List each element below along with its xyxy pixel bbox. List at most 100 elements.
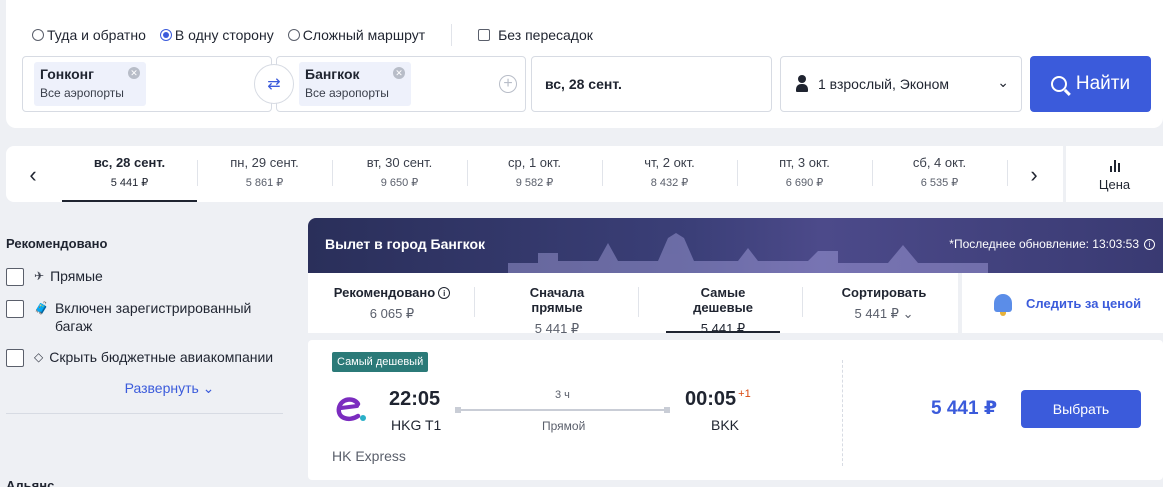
- chevron-right-icon[interactable]: ›: [1024, 162, 1044, 188]
- clear-origin-icon[interactable]: ✕: [128, 67, 140, 79]
- city-skyline-illustration: [508, 233, 988, 273]
- divider: [638, 287, 639, 317]
- departure-airport: HKG T1: [391, 417, 442, 433]
- sort-dropdown[interactable]: Сортировать 5 441 ₽ ⌄: [838, 285, 930, 322]
- route-line: [455, 407, 670, 413]
- sort-price: 5 441 ₽ ⌄: [838, 306, 930, 322]
- destination-field[interactable]: Бангкок Все аэропорты ✕ +: [276, 56, 526, 112]
- origin-airports: Все аэропорты: [40, 86, 124, 100]
- divider: [842, 360, 843, 466]
- date-label: чт, 2 окт.: [644, 155, 695, 170]
- date-label: пн, 29 сент.: [230, 155, 299, 170]
- date-price: 5 441 ₽: [110, 177, 149, 189]
- sort-bar: Рекомендовано i 6 065 ₽ Сначала прямые 5 …: [308, 273, 958, 336]
- filter-label: Прямые: [50, 268, 103, 284]
- stops-info: Прямой: [542, 419, 586, 433]
- destination-city: Бангкок: [305, 66, 360, 82]
- date-option[interactable]: сб, 4 окт. 6 535 ₽: [872, 146, 1007, 202]
- cheapest-badge: Самый дешевый: [332, 352, 429, 372]
- date-price: 9 582 ₽: [515, 177, 554, 189]
- clear-destination-icon[interactable]: ✕: [393, 67, 405, 79]
- active-tab-indicator: [666, 331, 780, 333]
- passengers-value: 1 взрослый, Эконом: [818, 76, 950, 92]
- banner-title: Вылет в город Бангкок: [325, 236, 486, 252]
- sort-label-text: Рекомендовано: [333, 285, 436, 300]
- radio-multi-city[interactable]: Сложный маршрут: [287, 27, 425, 43]
- radio-label: В одну сторону: [174, 27, 274, 43]
- filter-direct[interactable]: ✈ Прямые: [6, 267, 283, 286]
- date-price: 5 861 ₽: [245, 177, 284, 189]
- airline-name: HK Express: [332, 448, 406, 464]
- sort-label: Рекомендовано i: [331, 285, 453, 300]
- search-button-label: Найти: [1075, 73, 1131, 94]
- add-destination-icon[interactable]: +: [499, 75, 517, 93]
- origin-chip: Гонконг Все аэропорты ✕: [34, 62, 146, 106]
- date-value: вс, 28 сент.: [545, 76, 622, 92]
- info-icon[interactable]: i: [438, 287, 451, 299]
- price-chart-label: Цена: [1098, 177, 1131, 192]
- sort-tab-cheapest[interactable]: Самые дешевые 5 441 ₽: [666, 285, 780, 337]
- sort-label: Сначала прямые: [529, 285, 585, 315]
- date-label: сб, 4 окт.: [912, 155, 967, 170]
- date-option[interactable]: вс, 28 сент. 5 441 ₽: [62, 146, 197, 202]
- radio-dot-icon: [287, 29, 300, 41]
- results-banner: Вылет в город Бангкок *Последнее обновле…: [308, 218, 1163, 273]
- sort-label: Сортировать: [841, 285, 927, 300]
- swap-cities-button[interactable]: ⇄: [254, 64, 294, 104]
- date-label: вт, 30 сент.: [366, 155, 433, 170]
- sort-tab-recommended[interactable]: Рекомендовано i 6 065 ₽: [331, 285, 453, 322]
- bell-icon: [994, 294, 1012, 316]
- track-price-label: Следить за ценой: [1026, 295, 1142, 311]
- origin-field[interactable]: Гонконг Все аэропорты ✕: [22, 56, 272, 112]
- airline-logo-icon: [336, 397, 366, 421]
- next-day-indicator: +1: [738, 388, 751, 400]
- arrival-time-text: 00:05: [685, 388, 737, 410]
- chevron-down-icon: ⌄: [898, 306, 914, 321]
- date-strip: ‹ вс, 28 сент. 5 441 ₽ пн, 29 сент. 5 861 …: [6, 146, 1063, 202]
- info-icon[interactable]: i: [1144, 239, 1155, 251]
- date-option[interactable]: вт, 30 сент. 9 650 ₽: [332, 146, 467, 202]
- trip-type-options: Туда и обратно В одну сторону Сложный ма…: [32, 24, 593, 46]
- date-price: 6 535 ₽: [920, 177, 959, 189]
- sort-tab-direct-first[interactable]: Сначала прямые 5 441 ₽: [504, 285, 610, 337]
- filters-title: Рекомендовано: [6, 236, 108, 251]
- last-update: *Последнее обновление: 13:03:53 i: [949, 237, 1155, 251]
- destination-chip: Бангкок Все аэропорты ✕: [299, 62, 411, 106]
- divider: [6, 413, 283, 414]
- radio-one-way[interactable]: В одну сторону: [159, 27, 274, 43]
- filter-hide-budget[interactable]: ◇ Скрыть бюджетные авиакомпании: [6, 348, 283, 367]
- date-field[interactable]: вс, 28 сент.: [531, 56, 772, 112]
- arrival-time: 00:05 +1: [685, 388, 751, 411]
- track-price-button[interactable]: Следить за ценой: [962, 273, 1163, 333]
- sort-label: Самые дешевые: [693, 285, 753, 315]
- plane-icon: ✈: [34, 269, 45, 283]
- date-option[interactable]: пн, 29 сент. 5 861 ₽: [197, 146, 332, 202]
- date-option[interactable]: чт, 2 окт. 8 432 ₽: [602, 146, 737, 202]
- swap-icon: ⇄: [267, 76, 281, 93]
- ticket-card[interactable]: Самый дешевый 22:05 HKG T1 3 ч Прямой 00…: [308, 340, 1163, 480]
- chevron-left-icon[interactable]: ‹: [23, 162, 43, 188]
- expand-filters-link[interactable]: Развернуть ⌄: [6, 380, 283, 397]
- date-option[interactable]: пт, 3 окт. 6 690 ₽: [737, 146, 872, 202]
- luggage-icon: 🧳: [34, 301, 49, 315]
- search-icon: [1050, 76, 1067, 92]
- filter-checked-baggage[interactable]: 🧳 Включен зарегистрированный багаж: [6, 299, 283, 335]
- passengers-field[interactable]: 1 взрослый, Эконом ⌄: [780, 56, 1022, 112]
- alliance-section-title: Альянс: [6, 478, 55, 487]
- date-option[interactable]: ср, 1 окт. 9 582 ₽: [467, 146, 602, 202]
- price-chart-button[interactable]: Цена: [1066, 146, 1163, 202]
- bar-chart-icon: [1109, 154, 1121, 172]
- nonstop-checkbox[interactable]: Без пересадок: [478, 27, 593, 43]
- date-price: 6 690 ₽: [785, 177, 824, 189]
- date-label: вс, 28 сент.: [93, 155, 166, 170]
- checkbox-icon: [478, 29, 491, 41]
- radio-dot-icon: [159, 29, 172, 41]
- search-button[interactable]: Найти: [1030, 56, 1151, 112]
- sort-price: 5 441 ₽: [700, 321, 746, 336]
- checkbox-icon[interactable]: [6, 349, 24, 367]
- radio-round-trip[interactable]: Туда и обратно: [32, 27, 146, 43]
- checkbox-icon[interactable]: [6, 268, 24, 286]
- select-button[interactable]: Выбрать: [1021, 390, 1141, 428]
- checkbox-icon[interactable]: [6, 300, 24, 318]
- search-panel: Туда и обратно В одну сторону Сложный ма…: [6, 0, 1163, 128]
